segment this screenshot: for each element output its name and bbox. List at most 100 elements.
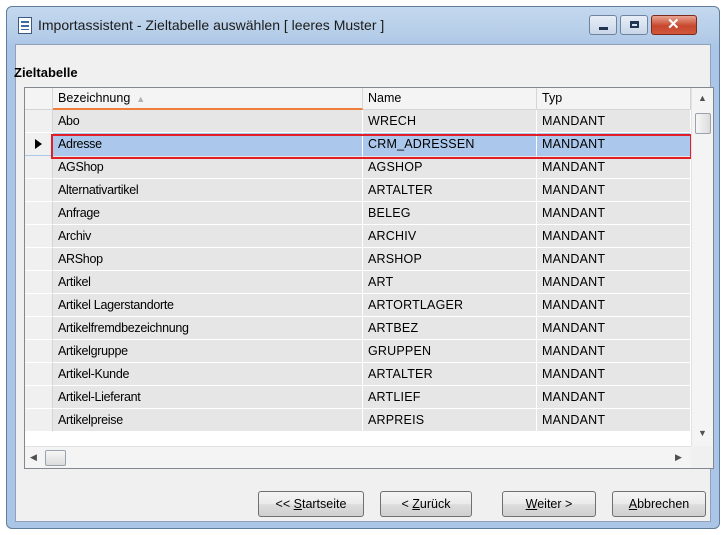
cell-bezeichnung[interactable]: Artikel-Kunde xyxy=(53,363,363,386)
button-label: tartseite xyxy=(301,497,347,511)
cell-name[interactable]: ARTORTLAGER xyxy=(363,294,537,317)
cell-name[interactable]: ARTALTER xyxy=(363,179,537,202)
cell-bezeichnung[interactable]: Archiv xyxy=(53,225,363,248)
cell-typ[interactable]: MANDANT xyxy=(537,179,691,202)
scroll-right-icon[interactable]: ▶ xyxy=(675,452,682,463)
cell-bezeichnung[interactable]: Abo xyxy=(53,110,363,133)
button-text: Abbrechen xyxy=(629,497,689,511)
cell-typ[interactable]: MANDANT xyxy=(537,271,691,294)
cell-bezeichnung[interactable]: Artikel-Lieferant xyxy=(53,386,363,409)
current-row-arrow-icon xyxy=(35,139,42,149)
cell-name[interactable]: ARSHOP xyxy=(363,248,537,271)
row-indicator-header xyxy=(25,88,53,110)
row-indicator[interactable] xyxy=(25,386,53,409)
cell-bezeichnung[interactable]: Artikelfremdbezeichnung xyxy=(53,317,363,340)
cell-bezeichnung[interactable]: Artikel Lagerstandorte xyxy=(53,294,363,317)
cell-typ[interactable]: MANDANT xyxy=(537,110,691,133)
close-button[interactable]: ✕ xyxy=(651,15,697,35)
table-row[interactable]: Alternativartikel ARTALTER MANDANT xyxy=(25,179,691,202)
cell-name[interactable]: BELEG xyxy=(363,202,537,225)
cell-name[interactable]: CRM_ADRESSEN xyxy=(363,133,537,156)
row-indicator[interactable] xyxy=(25,363,53,386)
cell-typ[interactable]: MANDANT xyxy=(537,294,691,317)
scroll-up-icon[interactable]: ▲ xyxy=(698,93,707,103)
cell-typ[interactable]: MANDANT xyxy=(537,363,691,386)
abbrechen-button[interactable]: Abbrechen xyxy=(612,491,706,517)
cell-typ[interactable]: MANDANT xyxy=(537,317,691,340)
cell-name[interactable]: ARTALTER xyxy=(363,363,537,386)
cell-bezeichnung[interactable]: Adresse xyxy=(53,133,363,156)
cell-name[interactable]: ARTLIEF xyxy=(363,386,537,409)
app-icon xyxy=(18,17,32,34)
row-indicator[interactable] xyxy=(25,202,53,225)
cell-name[interactable]: ART xyxy=(363,271,537,294)
cell-typ[interactable]: MANDANT xyxy=(537,225,691,248)
maximize-button[interactable] xyxy=(620,15,648,35)
title-bar[interactable]: Importassistent - Zieltabelle auswählen … xyxy=(7,7,719,45)
cell-name[interactable]: AGSHOP xyxy=(363,156,537,179)
scroll-left-icon[interactable]: ◀ xyxy=(30,452,37,463)
row-indicator[interactable] xyxy=(25,340,53,363)
window-title: Importassistent - Zieltabelle auswählen … xyxy=(38,17,385,33)
column-header-typ[interactable]: Typ xyxy=(537,88,691,110)
cell-typ[interactable]: MANDANT xyxy=(537,156,691,179)
table-row[interactable]: AGShop AGSHOP MANDANT xyxy=(25,156,691,179)
row-indicator[interactable] xyxy=(25,156,53,179)
table-row[interactable]: Artikelgruppe GRUPPEN MANDANT xyxy=(25,340,691,363)
scrollbar-corner xyxy=(691,446,713,468)
vertical-scrollbar[interactable]: ▲ ▼ xyxy=(691,88,713,446)
vertical-scroll-thumb[interactable] xyxy=(695,113,711,134)
table-row[interactable]: Adresse CRM_ADRESSEN MANDANT xyxy=(25,133,691,156)
zurueck-button[interactable]: < Zurück xyxy=(380,491,472,517)
scroll-down-icon[interactable]: ▼ xyxy=(698,428,707,438)
table-row[interactable]: Abo WRECH MANDANT xyxy=(25,110,691,133)
table-row[interactable]: ARShop ARSHOP MANDANT xyxy=(25,248,691,271)
cell-bezeichnung[interactable]: Artikel xyxy=(53,271,363,294)
cell-name[interactable]: WRECH xyxy=(363,110,537,133)
cell-name[interactable]: ARCHIV xyxy=(363,225,537,248)
row-indicator[interactable] xyxy=(25,317,53,340)
column-header-name[interactable]: Name xyxy=(363,88,537,110)
table-row[interactable]: Artikelfremdbezeichnung ARTBEZ MANDANT xyxy=(25,317,691,340)
cell-typ[interactable]: MANDANT xyxy=(537,340,691,363)
cell-name[interactable]: GRUPPEN xyxy=(363,340,537,363)
cell-typ[interactable]: MANDANT xyxy=(537,202,691,225)
row-indicator[interactable] xyxy=(25,133,53,156)
cell-typ[interactable]: MANDANT xyxy=(537,386,691,409)
button-label: eiter > xyxy=(537,497,573,511)
table-row[interactable]: Artikel-Lieferant ARTLIEF MANDANT xyxy=(25,386,691,409)
cell-bezeichnung[interactable]: Artikelgruppe xyxy=(53,340,363,363)
target-table-grid[interactable]: Bezeichnung ▲ Name Typ Abo WRECH MANDANT Adr… xyxy=(24,87,714,469)
row-indicator[interactable] xyxy=(25,225,53,248)
row-indicator[interactable] xyxy=(25,248,53,271)
sort-ascending-icon: ▲ xyxy=(136,94,146,104)
table-row[interactable]: Archiv ARCHIV MANDANT xyxy=(25,225,691,248)
minimize-button[interactable] xyxy=(589,15,617,35)
horizontal-scrollbar[interactable]: ◀ ▶ xyxy=(25,446,691,468)
table-row[interactable]: Artikel ART MANDANT xyxy=(25,271,691,294)
cell-typ[interactable]: MANDANT xyxy=(537,248,691,271)
cell-typ[interactable]: MANDANT xyxy=(537,133,691,156)
row-indicator[interactable] xyxy=(25,294,53,317)
row-indicator[interactable] xyxy=(25,271,53,294)
cell-name[interactable]: ARTBEZ xyxy=(363,317,537,340)
table-row[interactable]: Anfrage BELEG MANDANT xyxy=(25,202,691,225)
row-indicator[interactable] xyxy=(25,110,53,133)
table-row[interactable]: Artikel Lagerstandorte ARTORTLAGER MANDANT xyxy=(25,294,691,317)
row-indicator[interactable] xyxy=(25,409,53,432)
cell-bezeichnung[interactable]: Artikelpreise xyxy=(53,409,363,432)
column-header-bezeichnung[interactable]: Bezeichnung ▲ xyxy=(53,88,363,110)
horizontal-scroll-thumb[interactable] xyxy=(45,450,66,466)
cell-bezeichnung[interactable]: ARShop xyxy=(53,248,363,271)
row-indicator[interactable] xyxy=(25,179,53,202)
table-row[interactable]: Artikel-Kunde ARTALTER MANDANT xyxy=(25,363,691,386)
cell-bezeichnung[interactable]: Anfrage xyxy=(53,202,363,225)
cell-typ[interactable]: MANDANT xyxy=(537,409,691,432)
button-label: urück xyxy=(419,497,451,511)
startseite-button[interactable]: << Startseite xyxy=(258,491,364,517)
table-row[interactable]: Artikelpreise ARPREIS MANDANT xyxy=(25,409,691,432)
cell-bezeichnung[interactable]: AGShop xyxy=(53,156,363,179)
cell-name[interactable]: ARPREIS xyxy=(363,409,537,432)
cell-bezeichnung[interactable]: Alternativartikel xyxy=(53,179,363,202)
weiter-button[interactable]: Weiter > xyxy=(502,491,596,517)
